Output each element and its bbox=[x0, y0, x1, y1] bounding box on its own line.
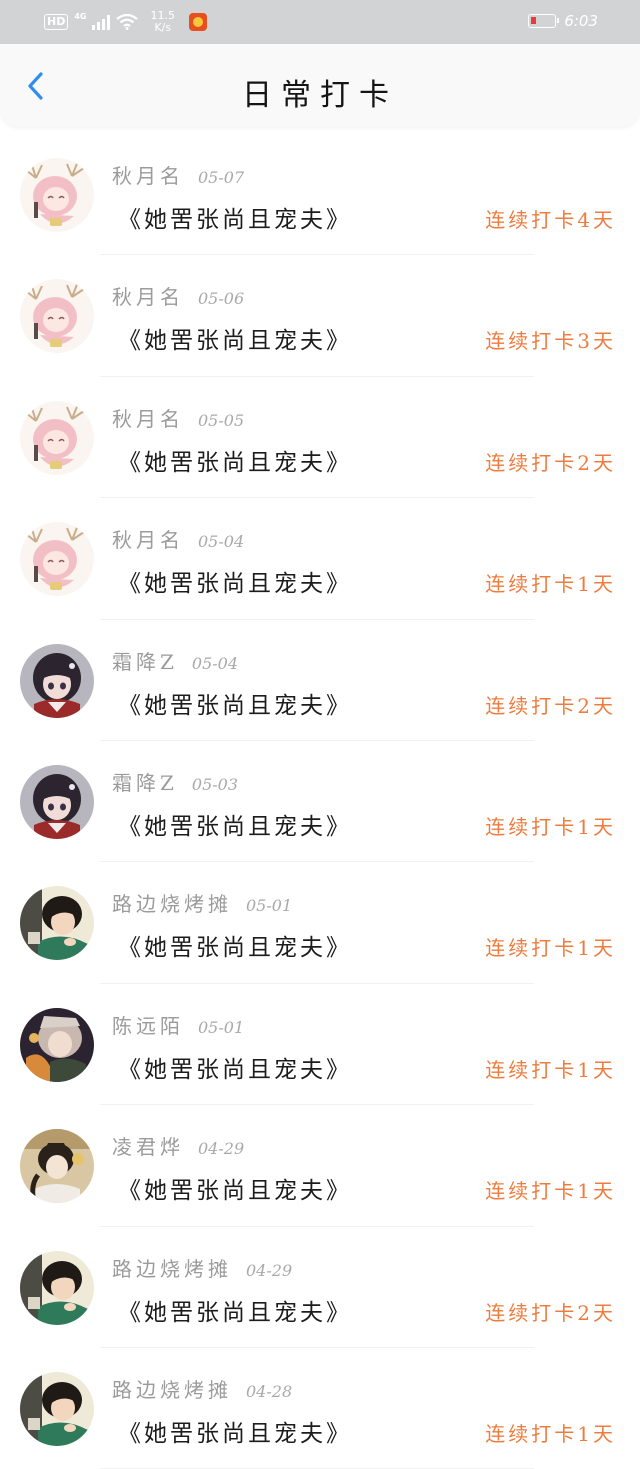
book-title[interactable]: 《她罟张尚且宠夫》 bbox=[118, 564, 352, 598]
user-avatar[interactable] bbox=[20, 522, 94, 596]
streak-label: 连续打卡1天 bbox=[485, 572, 616, 597]
checkin-date: 05-05 bbox=[198, 410, 245, 430]
signal-icon bbox=[92, 14, 111, 30]
book-title[interactable]: 《她罟张尚且宠夫》 bbox=[118, 1050, 352, 1084]
user-name[interactable]: 路边烧烤摊 bbox=[112, 1253, 232, 1282]
user-avatar[interactable] bbox=[20, 1129, 94, 1203]
checkin-item[interactable]: 路边烧烤摊 04-28 《她罟张尚且宠夫》 连续打卡1天 bbox=[0, 1348, 640, 1469]
book-title[interactable]: 《她罟张尚且宠夫》 bbox=[118, 443, 352, 477]
checkin-list: 秋月名 05-07 《她罟张尚且宠夫》 连续打卡4天 秋月名 05-06 《她罟张尚且宠夫》… bbox=[0, 134, 640, 1469]
checkin-item[interactable]: 陈远陌 05-01 《她罟张尚且宠夫》 连续打卡1天 bbox=[0, 984, 640, 1106]
user-avatar[interactable] bbox=[20, 1008, 94, 1082]
checkin-item[interactable]: 路边烧烤摊 04-29 《她罟张尚且宠夫》 连续打卡2天 bbox=[0, 1227, 640, 1349]
streak-label: 连续打卡1天 bbox=[485, 1179, 616, 1204]
streak-label: 连续打卡2天 bbox=[485, 450, 616, 475]
book-title[interactable]: 《她罟张尚且宠夫》 bbox=[118, 200, 352, 234]
streak-label: 连续打卡3天 bbox=[485, 329, 616, 354]
item-meta: 霜降Z 05-04 bbox=[112, 646, 238, 675]
streak-label: 连续打卡4天 bbox=[485, 208, 616, 232]
checkin-date: 05-01 bbox=[246, 896, 293, 916]
book-title[interactable]: 《她罟张尚且宠夫》 bbox=[118, 1414, 352, 1448]
hd-badge: HD bbox=[44, 14, 69, 30]
user-name[interactable]: 陈远陌 bbox=[112, 1010, 184, 1039]
checkin-date: 05-06 bbox=[198, 289, 245, 309]
book-title[interactable]: 《她罟张尚且宠夫》 bbox=[118, 807, 352, 841]
user-name[interactable]: 秋月名 bbox=[112, 160, 184, 189]
user-avatar[interactable] bbox=[20, 279, 94, 353]
item-meta: 凌君烨 04-29 bbox=[112, 1131, 244, 1160]
streak-label: 连续打卡2天 bbox=[485, 1300, 616, 1325]
user-name[interactable]: 路边烧烤摊 bbox=[112, 888, 232, 917]
user-name[interactable]: 秋月名 bbox=[112, 403, 184, 432]
status-bar: HD 4G 11.5 K/s 6:03 bbox=[0, 0, 640, 44]
checkin-item[interactable]: 凌君烨 04-29 《她罟张尚且宠夫》 连续打卡1天 bbox=[0, 1105, 640, 1227]
item-meta: 路边烧烤摊 04-28 bbox=[112, 1374, 292, 1403]
streak-label: 连续打卡1天 bbox=[485, 936, 616, 961]
checkin-date: 04-29 bbox=[198, 1139, 245, 1159]
checkin-date: 04-29 bbox=[246, 1260, 293, 1280]
book-title[interactable]: 《她罟张尚且宠夫》 bbox=[118, 928, 352, 962]
checkin-item[interactable]: 秋月名 05-05 《她罟张尚且宠夫》 连续打卡2天 bbox=[0, 377, 640, 499]
item-meta: 秋月名 05-06 bbox=[112, 281, 244, 310]
page-title: 日常打卡 bbox=[242, 78, 398, 113]
network-type: 4G bbox=[74, 11, 87, 21]
checkin-item[interactable]: 路边烧烤摊 05-01 《她罟张尚且宠夫》 连续打卡1天 bbox=[0, 862, 640, 985]
user-name[interactable]: 凌君烨 bbox=[112, 1131, 184, 1160]
book-title[interactable]: 《她罟张尚且宠夫》 bbox=[118, 1171, 352, 1205]
user-avatar[interactable] bbox=[20, 401, 94, 475]
item-meta: 路边烧烤摊 05-01 bbox=[112, 888, 292, 917]
checkin-item[interactable]: 霜降Z 05-03 《她罟张尚且宠夫》 连续打卡1天 bbox=[0, 741, 640, 863]
item-meta: 路边烧烤摊 04-29 bbox=[112, 1253, 292, 1282]
checkin-item[interactable]: 秋月名 05-04 《她罟张尚且宠夫》 连续打卡1天 bbox=[0, 498, 640, 620]
user-avatar[interactable] bbox=[20, 765, 94, 839]
battery-icon bbox=[528, 14, 560, 28]
item-meta: 霜降Z 05-03 bbox=[112, 767, 238, 796]
user-avatar[interactable] bbox=[20, 1251, 94, 1325]
item-meta: 秋月名 05-04 bbox=[112, 524, 244, 553]
streak-label: 连续打卡1天 bbox=[485, 1421, 616, 1446]
streak-label: 连续打卡1天 bbox=[485, 1057, 616, 1082]
book-title[interactable]: 《她罟张尚且宠夫》 bbox=[118, 321, 352, 355]
clock: 6:03 bbox=[564, 12, 598, 30]
checkin-item[interactable]: 秋月名 05-07 《她罟张尚且宠夫》 连续打卡4天 bbox=[0, 134, 640, 256]
checkin-date: 05-03 bbox=[191, 774, 239, 794]
item-meta: 陈远陌 05-01 bbox=[112, 1010, 244, 1039]
checkin-date: 04-28 bbox=[246, 1381, 293, 1401]
item-meta: 秋月名 05-05 bbox=[112, 403, 244, 432]
user-avatar[interactable] bbox=[20, 886, 94, 960]
checkin-item[interactable]: 秋月名 05-06 《她罟张尚且宠夫》 连续打卡3天 bbox=[0, 255, 640, 378]
user-name[interactable]: 路边烧烤摊 bbox=[112, 1374, 232, 1403]
checkin-date: 05-04 bbox=[191, 653, 239, 673]
net-speed: 11.5 K/s bbox=[150, 9, 175, 34]
nav-bar: 日常打卡 bbox=[0, 44, 640, 126]
user-avatar[interactable] bbox=[20, 1372, 94, 1446]
user-avatar[interactable] bbox=[20, 644, 94, 718]
item-meta: 秋月名 05-07 bbox=[112, 160, 244, 189]
book-title[interactable]: 《她罟张尚且宠夫》 bbox=[118, 686, 352, 720]
checkin-item[interactable]: 霜降Z 05-04 《她罟张尚且宠夫》 连续打卡2天 bbox=[0, 620, 640, 742]
user-avatar[interactable] bbox=[20, 158, 94, 232]
checkin-date: 05-07 bbox=[198, 168, 245, 187]
user-name[interactable]: 秋月名 bbox=[112, 524, 184, 553]
user-name[interactable]: 霜降Z bbox=[112, 646, 178, 675]
wifi-icon bbox=[116, 14, 139, 30]
streak-label: 连续打卡2天 bbox=[485, 693, 616, 718]
user-name[interactable]: 秋月名 bbox=[112, 281, 184, 310]
checkin-date: 05-04 bbox=[198, 532, 245, 552]
user-name[interactable]: 霜降Z bbox=[112, 767, 178, 796]
app-notification-icon bbox=[188, 13, 207, 31]
checkin-date: 05-01 bbox=[198, 1017, 245, 1037]
streak-label: 连续打卡1天 bbox=[485, 814, 616, 839]
book-title[interactable]: 《她罟张尚且宠夫》 bbox=[118, 1293, 352, 1327]
